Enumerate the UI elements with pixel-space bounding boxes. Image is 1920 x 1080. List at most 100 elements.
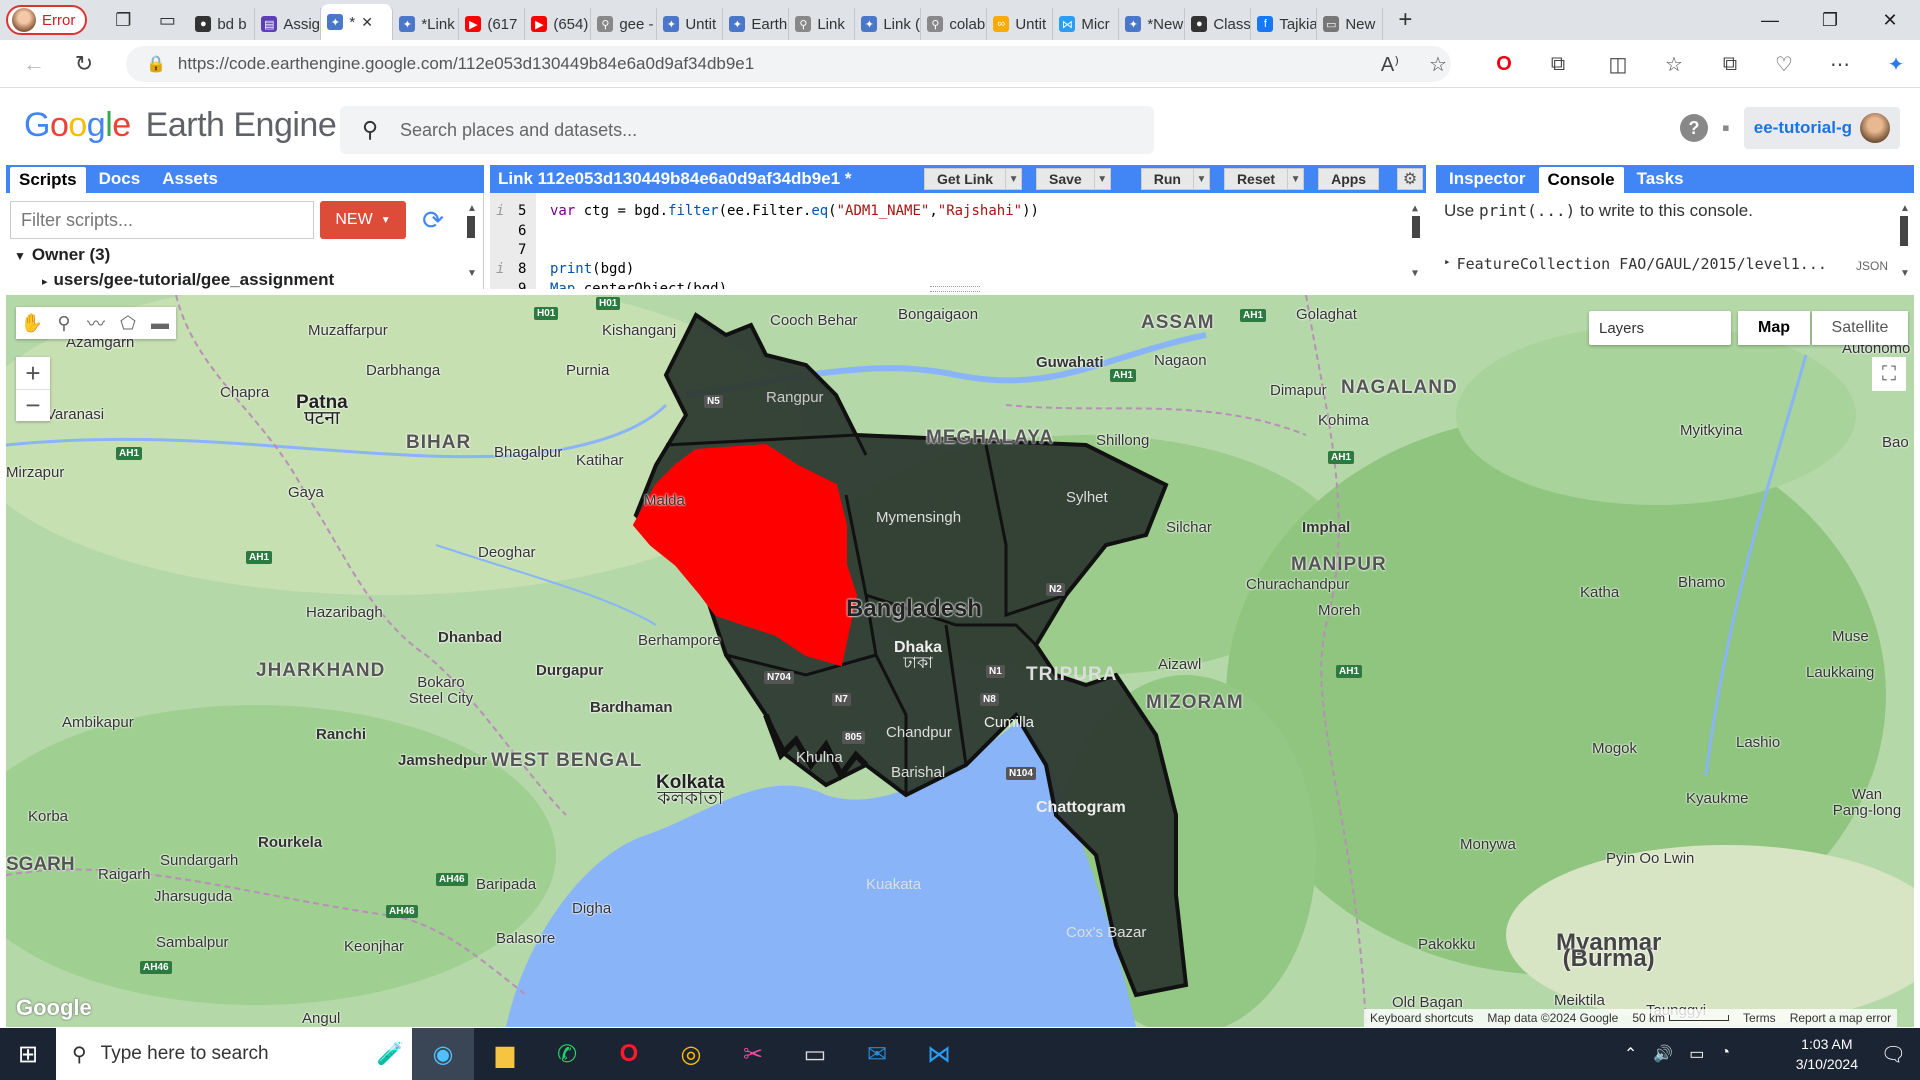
workspaces-icon[interactable]: ❐: [109, 6, 137, 34]
split-screen-icon[interactable]: ◫: [1602, 48, 1634, 80]
tab-docs[interactable]: Docs: [90, 167, 150, 191]
tab-actions-icon[interactable]: ▭: [153, 6, 181, 34]
chevron-up-icon[interactable]: ⌃: [1624, 1044, 1637, 1064]
reload-icon[interactable]: ↻: [64, 46, 104, 82]
reset-button[interactable]: Reset: [1223, 168, 1289, 190]
browser-tab[interactable]: ⚲ gee -: [591, 8, 658, 40]
favorites-icon[interactable]: ☆: [1658, 48, 1690, 80]
tab-assets[interactable]: Assets: [153, 167, 227, 191]
url-field[interactable]: 🔒 https://code.earthengine.google.com/11…: [126, 46, 1451, 82]
browser-tab[interactable]: ▤ Assig: [255, 8, 322, 40]
browser-tab[interactable]: ▶ (617: [459, 8, 526, 40]
console-scrollbar[interactable]: ▲ ▼: [1900, 203, 1910, 283]
tab-tasks[interactable]: Tasks: [1628, 167, 1693, 191]
minimize-icon[interactable]: —: [1740, 0, 1800, 40]
pan-hand-icon[interactable]: ✋: [16, 307, 48, 339]
browser-tab[interactable]: ✦ Untit: [657, 8, 724, 40]
restore-icon[interactable]: ❐: [1800, 0, 1860, 40]
browser-tab[interactable]: ▭ New: [1317, 8, 1384, 40]
tab-inspector[interactable]: Inspector: [1440, 167, 1535, 191]
save-button[interactable]: Save: [1036, 168, 1095, 190]
terms-link[interactable]: Terms: [1743, 1011, 1776, 1025]
reset-caret-icon[interactable]: ▼: [1288, 168, 1305, 190]
browser-tab[interactable]: ✦ Link (: [855, 8, 922, 40]
read-aloud-icon[interactable]: A⁾: [1374, 48, 1406, 80]
console-output-row[interactable]: ▸ FeatureCollection FAO/GAUL/2015/level1…: [1444, 255, 1864, 273]
tab-scripts[interactable]: Scripts: [10, 167, 86, 193]
refresh-icon[interactable]: ⟳: [418, 205, 448, 235]
draw-line-icon[interactable]: 〰: [80, 307, 112, 339]
browser-tab[interactable]: ● bd b: [189, 8, 256, 40]
panel-resize-handle[interactable]: [930, 286, 980, 292]
run-caret-icon[interactable]: ▼: [1193, 168, 1210, 190]
draw-marker-icon[interactable]: ⚲: [48, 307, 80, 339]
account-button[interactable]: ee-tutorial-g: [1743, 107, 1900, 149]
browser-tab[interactable]: ▶ (654): [525, 8, 592, 40]
tab-console[interactable]: Console: [1538, 167, 1624, 193]
get-link-caret-icon[interactable]: ▼: [1006, 168, 1023, 190]
keyboard-shortcuts-link[interactable]: Keyboard shortcuts: [1370, 1011, 1473, 1025]
close-tab-icon[interactable]: ✕: [361, 14, 373, 31]
wifi-icon[interactable]: ◔: [1720, 1044, 1730, 1064]
new-button[interactable]: NEW ▼: [320, 201, 406, 239]
map-canvas[interactable]: Bangladesh Dhaka ঢাকা Mymensingh Sylhet R…: [6, 295, 1914, 1027]
browser-tab[interactable]: f Tajkia: [1251, 8, 1318, 40]
settings-gear-icon[interactable]: ⚙: [1397, 168, 1424, 190]
filter-scripts-input[interactable]: Filter scripts...: [10, 201, 314, 239]
browser-tab[interactable]: ✦ Earth: [723, 8, 790, 40]
layers-dropdown[interactable]: Layers: [1589, 311, 1731, 345]
volume-icon[interactable]: 🔊: [1653, 1044, 1673, 1064]
browser-tab[interactable]: ✦ *New: [1119, 8, 1186, 40]
map-type-map[interactable]: Map: [1738, 311, 1810, 345]
browser-tab[interactable]: ⚲ Link: [789, 8, 856, 40]
help-icon[interactable]: ?: [1679, 114, 1708, 142]
owner-group[interactable]: ▼ Owner (3): [14, 243, 334, 268]
browser-tab[interactable]: ⚲ colab: [921, 8, 988, 40]
collections-icon[interactable]: ⧉: [1714, 48, 1746, 80]
battery-icon[interactable]: ▭: [1689, 1044, 1704, 1064]
zoom-in-icon[interactable]: +: [16, 357, 50, 389]
draw-polygon-icon[interactable]: ⬠: [112, 307, 144, 339]
save-caret-icon[interactable]: ▼: [1094, 168, 1111, 190]
code-editor[interactable]: i 5 6 7 i 8 9 var ctg = bgd.filter(ee.Fi…: [490, 193, 1426, 292]
feedback-icon[interactable]: ▪: [1722, 115, 1730, 141]
map-type-satellite[interactable]: Satellite: [1812, 311, 1908, 345]
browser-tab[interactable]: ∞ Untit: [987, 8, 1054, 40]
browser-tab[interactable]: ⋈ Micr: [1053, 8, 1120, 40]
back-icon[interactable]: ←: [14, 46, 54, 82]
places-search-input[interactable]: ⚲ Search places and datasets...: [340, 106, 1154, 154]
opera-icon[interactable]: O: [598, 1028, 660, 1080]
draw-rectangle-icon[interactable]: ▬: [144, 307, 176, 339]
taskbar-clock[interactable]: 1:03 AM 3/10/2024: [1796, 1034, 1858, 1074]
edge-app-icon[interactable]: ◉: [412, 1028, 474, 1080]
fullscreen-icon[interactable]: ⛶: [1872, 357, 1906, 391]
repo-item[interactable]: ▸ users/gee-tutorial/gee_assignment: [42, 268, 334, 294]
outlook-icon[interactable]: ✉: [846, 1028, 908, 1080]
chrome-icon[interactable]: ◎: [660, 1028, 722, 1080]
close-window-icon[interactable]: ✕: [1860, 0, 1920, 40]
windows-start-icon[interactable]: ⊞: [0, 1028, 56, 1080]
get-link-button[interactable]: Get Link: [924, 168, 1007, 190]
browser-tab[interactable]: ✦ *Link: [393, 8, 460, 40]
browser-tab[interactable]: ● Class: [1185, 8, 1252, 40]
gee-logo[interactable]: Google Earth Engine: [24, 106, 337, 145]
new-tab-icon[interactable]: +: [1391, 6, 1419, 34]
performance-icon[interactable]: ♡: [1768, 48, 1800, 80]
snipping-tool-icon[interactable]: ✂: [722, 1028, 784, 1080]
vscode-icon[interactable]: ⋈: [908, 1028, 970, 1080]
run-button[interactable]: Run: [1140, 168, 1194, 190]
favorite-star-icon[interactable]: ☆: [1422, 48, 1454, 80]
apps-button[interactable]: Apps: [1318, 168, 1380, 190]
taskbar-search-input[interactable]: ⚲ Type here to search 🧪: [56, 1028, 412, 1080]
browser-tab[interactable]: ✦ * ✕: [321, 4, 394, 40]
terminal-icon[interactable]: ▭: [784, 1028, 846, 1080]
editor-scrollbar[interactable]: ▲ ▼: [1412, 203, 1422, 283]
more-menu-icon[interactable]: ⋯: [1824, 48, 1856, 80]
profile-button[interactable]: Error: [6, 5, 88, 35]
copilot-icon[interactable]: ✦: [1880, 48, 1912, 80]
zoom-out-icon[interactable]: −: [16, 389, 50, 421]
extensions-icon[interactable]: ⧉: [1542, 48, 1574, 80]
whatsapp-icon[interactable]: ✆: [536, 1028, 598, 1080]
json-label[interactable]: JSON: [1856, 259, 1888, 273]
notifications-icon[interactable]: 🗨: [1881, 1042, 1906, 1067]
